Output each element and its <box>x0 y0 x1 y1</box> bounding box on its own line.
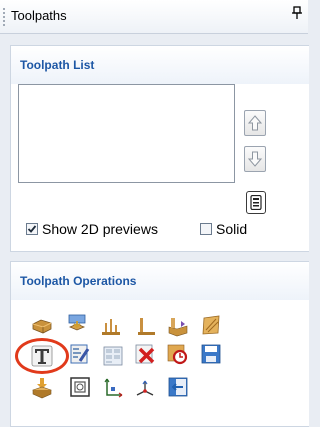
pin-icon[interactable] <box>292 6 302 20</box>
toolpath-list-header[interactable]: Toolpath List <box>11 46 309 84</box>
toolpath-operations-header[interactable]: Toolpath Operations <box>11 262 309 300</box>
drag-grip-icon[interactable] <box>2 7 6 27</box>
checkbox-box[interactable] <box>200 223 212 235</box>
solid-label: Solid <box>216 221 248 237</box>
toolpath-summary-button[interactable] <box>246 191 266 214</box>
arrow-up-icon <box>248 115 262 131</box>
toolpath-list-title: Toolpath List <box>20 58 95 72</box>
solid-checkbox[interactable]: Solid <box>200 221 247 237</box>
save-toolpath-icon[interactable] <box>200 343 222 365</box>
quick-engrave-icon[interactable] <box>135 315 157 337</box>
profile-toolpath-icon[interactable] <box>31 314 53 336</box>
import-toolpath-icon[interactable] <box>167 376 189 398</box>
arrow-down-icon <box>248 151 262 167</box>
checkmark-icon <box>27 225 37 233</box>
moulding-toolpath-icon[interactable] <box>31 377 53 399</box>
checkbox-box[interactable] <box>26 223 38 235</box>
delete-toolpath-icon[interactable] <box>134 343 156 365</box>
fluting-toolpath-icon[interactable] <box>200 314 222 336</box>
move-up-button[interactable] <box>244 110 266 136</box>
move-down-button[interactable] <box>244 146 266 172</box>
calculator-icon <box>250 195 262 210</box>
toolpath-operations-title: Toolpath Operations <box>20 274 137 288</box>
pocket-toolpath-icon[interactable] <box>66 313 88 335</box>
window-title: Toolpaths <box>11 8 67 23</box>
highlight-circle <box>15 338 69 374</box>
fit-to-view-icon[interactable] <box>69 376 91 398</box>
xyz-axes-icon[interactable] <box>102 376 124 398</box>
prism-carve-icon[interactable] <box>69 343 91 365</box>
toolpath-listbox[interactable] <box>18 84 235 183</box>
show-2d-previews-label: Show 2D previews <box>42 221 158 237</box>
vcarve-toolpath-icon[interactable] <box>167 315 189 337</box>
gcode-editor-icon[interactable] <box>102 345 124 367</box>
docked-window-titlebar: Toolpaths <box>0 0 308 34</box>
show-2d-previews-checkbox[interactable]: Show 2D previews <box>26 221 158 237</box>
time-estimate-icon[interactable] <box>166 343 188 365</box>
tool-origin-icon[interactable] <box>134 377 156 399</box>
drilling-toolpath-icon[interactable] <box>100 315 122 337</box>
